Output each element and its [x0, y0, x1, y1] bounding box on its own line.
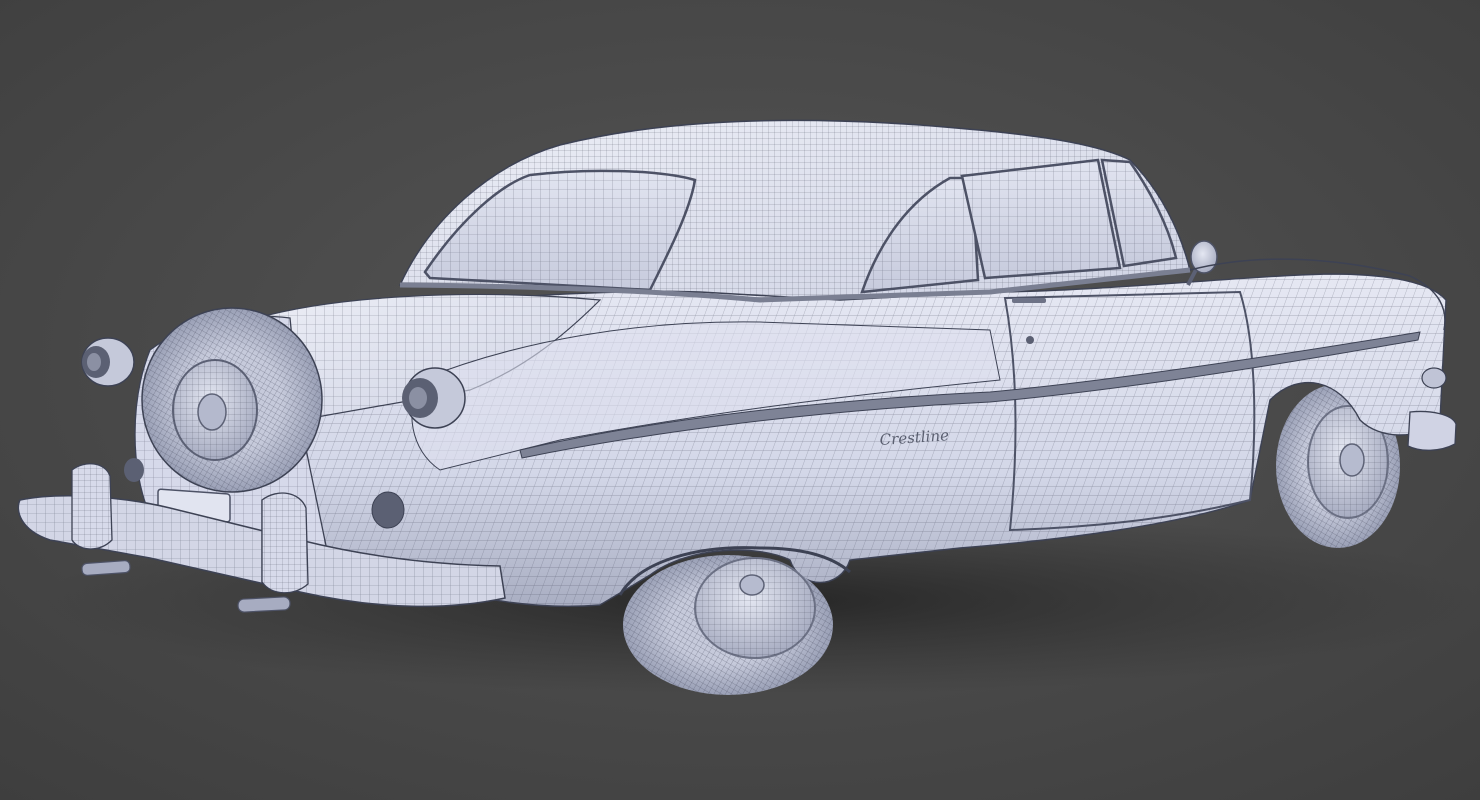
car-render: Crestline	[0, 0, 1480, 800]
parking-light	[1421, 367, 1447, 389]
left-exhaust-pipe	[81, 560, 131, 576]
render-viewport: Crestline	[0, 0, 1480, 800]
left-taillight	[81, 337, 135, 387]
right-exhaust-pipe	[237, 596, 291, 613]
door-handle	[1012, 298, 1046, 303]
left-reflector	[124, 458, 144, 482]
rear-wheel	[623, 555, 833, 695]
right-reflector	[371, 491, 405, 529]
door-lock	[1026, 336, 1034, 344]
continental-spare-tire	[141, 307, 323, 493]
